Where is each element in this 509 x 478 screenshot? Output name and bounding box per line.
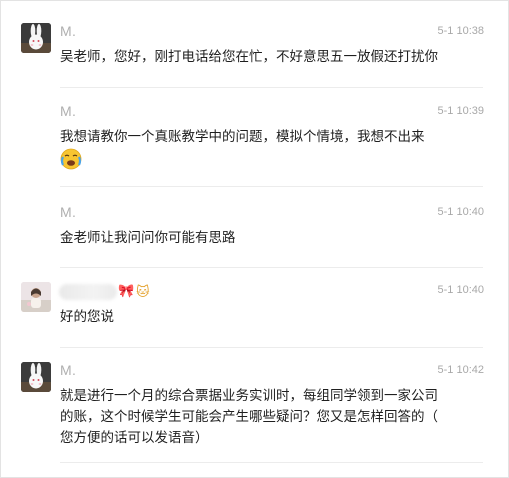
bow-icon: 🎀 — [118, 283, 135, 298]
divider — [60, 267, 483, 268]
divider — [60, 87, 483, 88]
message-time: 5-1 10:40 — [437, 284, 484, 296]
crying-face-emoji — [60, 148, 82, 170]
rabbit-avatar[interactable] — [21, 362, 51, 392]
message-text: 我想请教你一个真账教学中的问题，模拟个情境，我想不出来 — [60, 129, 425, 144]
message-text: 金老师让我问问你可能有思路 — [60, 230, 236, 245]
message-text: 吴老师，您好，刚打电话给您在忙，不好意思五一放假还打扰你 — [60, 49, 438, 64]
divider — [60, 347, 483, 348]
message-time: 5-1 10:38 — [437, 25, 484, 37]
message-text-line-2: 的账，这个时候学生可能会产生哪些疑问？您又是怎样回答的（ — [60, 409, 438, 424]
blurred-sender-name — [59, 284, 117, 300]
message-text: 好的您说 — [60, 309, 114, 324]
cat-icon: 🐱 — [136, 284, 150, 299]
photo-avatar[interactable] — [21, 282, 51, 312]
sender-name: M. — [60, 204, 77, 220]
divider — [60, 462, 483, 463]
message-time: 5-1 10:40 — [437, 206, 484, 218]
sender-name: M. — [60, 362, 77, 378]
message-time: 5-1 10:42 — [437, 364, 484, 376]
divider — [60, 186, 483, 187]
chat-history: M. 5-1 10:38 吴老师，您好，刚打电话给您在忙，不好意思五一放假还打扰… — [0, 0, 509, 478]
message-text-line-1: 就是进行一个月的综合票据业务实训时，每组同学领到一家公司 — [60, 388, 438, 403]
sender-name: M. — [60, 23, 77, 39]
message-time: 5-1 10:39 — [437, 105, 484, 117]
sender-name: M. — [60, 103, 77, 119]
rabbit-avatar[interactable] — [21, 23, 51, 53]
message-text-line-3: 您方便的话可以发语音） — [60, 430, 209, 445]
